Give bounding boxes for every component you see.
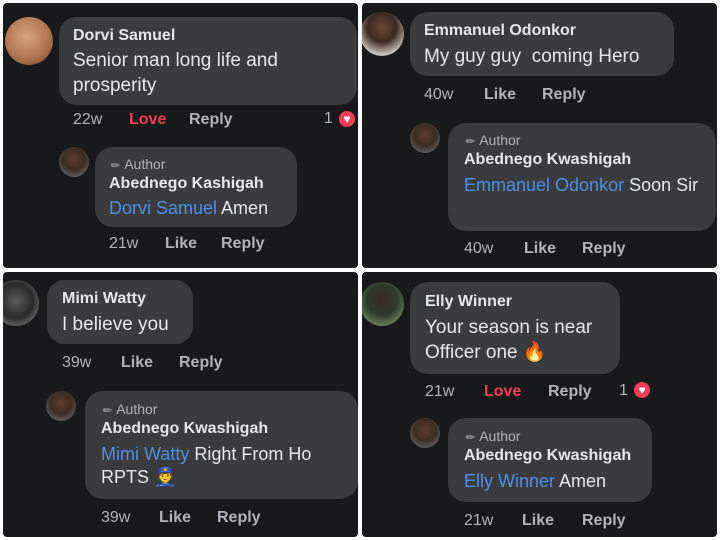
- like-button[interactable]: Like: [159, 509, 191, 527]
- comment-time[interactable]: 39w: [62, 354, 91, 372]
- reply-button[interactable]: Reply: [548, 383, 592, 401]
- comment-panel-2: Emmanuel Odonkor My guy guy coming Hero …: [362, 3, 717, 268]
- author-avatar[interactable]: [59, 147, 89, 177]
- author-tag: ✎Author: [463, 428, 521, 446]
- author-tag: ✎Author: [108, 156, 166, 174]
- like-button[interactable]: Like: [524, 240, 556, 258]
- commenter-name[interactable]: Elly Winner: [425, 293, 512, 311]
- reaction-count[interactable]: 1: [324, 110, 333, 128]
- author-tag: ✎Author: [100, 401, 158, 419]
- author-avatar[interactable]: [410, 418, 440, 448]
- mention-link[interactable]: Dorvi Samuel: [109, 198, 217, 218]
- author-avatar[interactable]: [410, 123, 440, 153]
- mention-link[interactable]: Mimi Watty: [101, 444, 189, 464]
- like-button[interactable]: Like: [165, 235, 197, 253]
- pencil-icon: ✎: [463, 134, 479, 150]
- reply-author-name[interactable]: Abednego Kwashigah: [101, 420, 268, 438]
- reply-message: Amen: [555, 471, 607, 491]
- reply-author-name[interactable]: Abednego Kwashigah: [464, 447, 631, 465]
- like-button[interactable]: Like: [484, 86, 516, 104]
- reply-button[interactable]: Reply: [582, 512, 626, 530]
- commenter-name[interactable]: Mimi Watty: [62, 290, 146, 308]
- comment-panel-1: Dorvi Samuel Senior man long life and pr…: [3, 3, 358, 268]
- comment-panel-3: Mimi Watty I believe you 39w Like Reply …: [3, 272, 358, 537]
- comment-text: My guy guy coming Hero: [424, 46, 640, 67]
- commenter-name[interactable]: Dorvi Samuel: [73, 27, 175, 45]
- commenter-avatar[interactable]: [3, 280, 39, 326]
- author-avatar[interactable]: [46, 391, 76, 421]
- mention-link[interactable]: Emmanuel Odonkor: [464, 175, 624, 195]
- comment-text: Senior man long life and prosperity: [73, 50, 278, 96]
- pencil-icon: ✎: [463, 430, 479, 446]
- reply-message: Soon Sir: [624, 175, 699, 195]
- comment-text: I believe you: [62, 314, 169, 335]
- reaction-count[interactable]: 1: [619, 382, 628, 400]
- reply-button[interactable]: Reply: [582, 240, 626, 258]
- pencil-icon: ✎: [108, 158, 124, 174]
- heart-reaction-icon[interactable]: ♥: [337, 109, 357, 129]
- author-tag-label: Author: [116, 401, 158, 417]
- reply-text: Emmanuel Odonkor Soon Sir: [464, 174, 704, 197]
- love-button[interactable]: Love: [484, 383, 521, 401]
- reply-button[interactable]: Reply: [542, 86, 586, 104]
- like-button[interactable]: Like: [522, 512, 554, 530]
- commenter-avatar[interactable]: [362, 282, 404, 326]
- reply-message: Amen: [217, 198, 269, 218]
- comment-time[interactable]: 21w: [425, 383, 454, 401]
- comment-text: Your season is near Officer one 🔥: [425, 317, 593, 363]
- author-tag-label: Author: [479, 132, 521, 148]
- pencil-icon: ✎: [100, 403, 116, 419]
- reply-time[interactable]: 40w: [464, 240, 493, 258]
- love-button[interactable]: Love: [129, 111, 166, 129]
- reply-text: Elly Winner Amen: [464, 470, 649, 493]
- reply-time[interactable]: 21w: [464, 512, 493, 530]
- comment-time[interactable]: 22w: [73, 111, 102, 129]
- reply-button[interactable]: Reply: [189, 111, 233, 129]
- comment-panel-4: Elly Winner Your season is near Officer …: [362, 272, 717, 537]
- commenter-avatar[interactable]: [362, 12, 404, 56]
- author-tag: ✎Author: [463, 132, 521, 150]
- reply-button[interactable]: Reply: [221, 235, 265, 253]
- reply-author-name[interactable]: Abednego Kashigah: [109, 175, 264, 193]
- reply-button[interactable]: Reply: [179, 354, 223, 372]
- commenter-avatar[interactable]: [5, 17, 53, 65]
- commenter-name[interactable]: Emmanuel Odonkor: [424, 22, 576, 40]
- reply-button[interactable]: Reply: [217, 509, 261, 527]
- author-tag-label: Author: [479, 428, 521, 444]
- heart-reaction-icon[interactable]: ♥: [632, 380, 652, 400]
- reply-text: Dorvi Samuel Amen: [109, 197, 294, 220]
- mention-link[interactable]: Elly Winner: [464, 471, 555, 491]
- reply-time[interactable]: 21w: [109, 235, 138, 253]
- reply-author-name[interactable]: Abednego Kwashigah: [464, 151, 631, 169]
- reply-time[interactable]: 39w: [101, 509, 130, 527]
- comment-time[interactable]: 40w: [424, 86, 453, 104]
- author-tag-label: Author: [124, 156, 166, 172]
- reply-text: Mimi Watty Right From Ho RPTS 👮: [101, 443, 351, 490]
- like-button[interactable]: Like: [121, 354, 153, 372]
